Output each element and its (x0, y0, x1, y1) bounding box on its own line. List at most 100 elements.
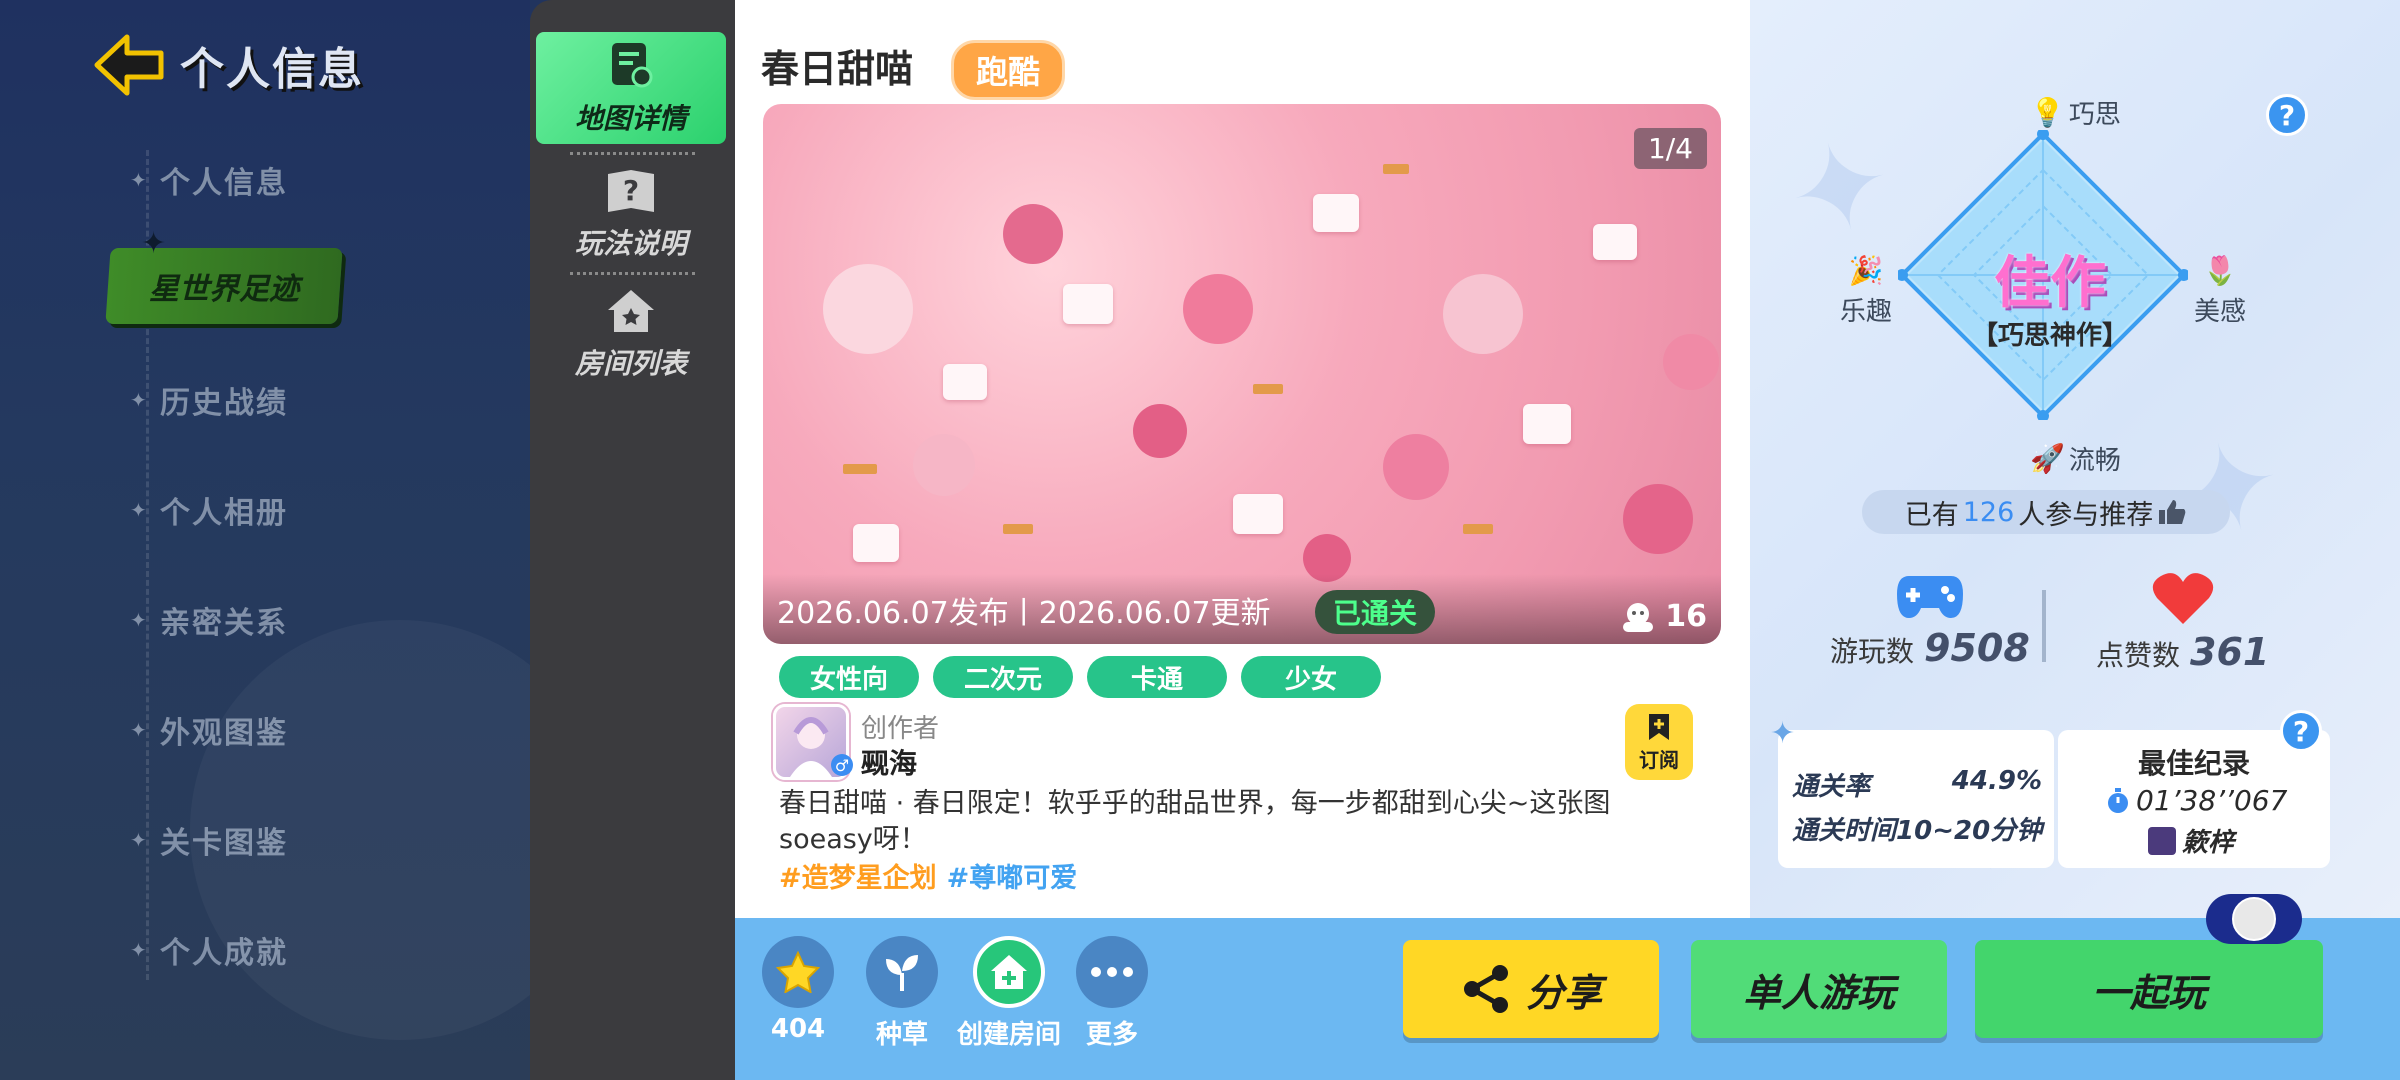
rocket-icon: 🚀 (2030, 442, 2065, 475)
rating-subtitle: 【巧思神作】 (1971, 321, 2128, 351)
rating-panel: ✦ ✦ ✦ ? 💡 巧思 🎉 乐趣 🌷 美感 🚀 流畅 佳作 【巧 (1750, 0, 2400, 918)
tab-map-details[interactable]: 地图详情 (536, 32, 726, 144)
best-record-time: 01’38’’067 (2106, 784, 2287, 817)
publish-update-dates: 2026.06.07发布丨2026.06.07更新 (777, 596, 1271, 631)
tab-label: 地图详情 (574, 102, 687, 135)
nav-item-appearance[interactable]: ✦ 外观图鉴 (130, 708, 288, 752)
star-marker-icon: ✦ (140, 226, 167, 261)
tag-chip[interactable]: 少女 (1241, 656, 1381, 698)
back-arrow-icon[interactable] (90, 30, 170, 100)
nav-item-history[interactable]: ✦ 历史战绩 (130, 378, 288, 422)
left-navigation: 个人信息 ✦ 个人信息 ✦ 星世界足迹 ✦ 历史战绩 ✦ 个人相册 ✦ 亲密关系… (0, 0, 530, 1080)
hashtag[interactable]: #造梦星企划 (779, 856, 937, 895)
axis-label-text: 流畅 (2068, 446, 2121, 476)
tab-label: 玩法说明 (574, 227, 687, 260)
nav-item-star-world-footprint[interactable]: ✦ 星世界足迹 (105, 226, 343, 324)
axis-top: 💡 巧思 (2030, 94, 2121, 131)
hashtag[interactable]: #尊嘟可爱 (947, 856, 1078, 895)
subscribe-label: 订阅 (1639, 747, 1679, 772)
plant-grass-label: 种草 (875, 1020, 928, 1050)
map-preview-image[interactable]: 1/4 2026.06.07发布丨2026.06.07更新 已通关 16 (763, 104, 1721, 644)
party-horn-icon: 🎉 (1848, 254, 1884, 287)
tag-chip[interactable]: 二次元 (933, 656, 1073, 698)
pass-time-row: 通关时间 10~20分钟 (1792, 810, 2042, 847)
rating-grade: 佳作 (1994, 251, 2106, 316)
likes-stat[interactable]: 点赞数 361 (2096, 570, 2269, 674)
favorite-action[interactable]: 404 (753, 936, 843, 1044)
nav-title: 个人信息 (180, 44, 364, 95)
axis-label-text: 美感 (2194, 297, 2247, 327)
share-label: 分享 (1525, 970, 1602, 1015)
tab-divider (570, 152, 695, 155)
creator-name[interactable]: 觋海 (861, 742, 917, 782)
axis-left: 🎉 乐趣 (1840, 254, 1892, 328)
nav-item-label: 个人信息 (160, 166, 288, 201)
plant-grass-action[interactable]: 种草 (857, 936, 947, 1051)
favorite-count: 404 (770, 1014, 826, 1044)
nav-item-label: 历史战绩 (160, 386, 288, 421)
star-bullet-icon: ✦ (130, 168, 149, 192)
rating-help-icon[interactable]: ? (2266, 94, 2308, 136)
nav-item-personal-info[interactable]: ✦ 个人信息 (130, 158, 288, 202)
nav-item-levels[interactable]: ✦ 关卡图鉴 (130, 818, 288, 862)
creator-label: 创作者 (861, 714, 940, 744)
star-bullet-icon: ✦ (130, 938, 149, 962)
star-bullet-icon: ✦ (130, 498, 149, 522)
star-bullet-icon: ✦ (130, 718, 149, 742)
solo-play-label: 单人游玩 (1742, 970, 1895, 1015)
nav-item-label: 亲密关系 (160, 606, 288, 641)
recommend-pill[interactable]: 已有 126 人参与推荐 (1862, 490, 2230, 534)
tab-gameplay-help[interactable]: ? 玩法说明 (536, 158, 726, 270)
detail-tab-column: 地图详情 ? 玩法说明 房间列表 (530, 0, 735, 1080)
record-time-value: 01’38’’067 (2136, 784, 2288, 817)
players-icon (1623, 602, 1654, 632)
tab-room-list[interactable]: 房间列表 (536, 278, 726, 390)
play-together-label: 一起玩 (2091, 970, 2206, 1015)
svg-text:?: ? (623, 174, 639, 207)
play-together-button[interactable]: 一起玩 (1975, 940, 2323, 1038)
axis-label-text: 乐趣 (1840, 297, 1893, 327)
share-icon (1463, 965, 1508, 1013)
more-action[interactable]: 更多 (1067, 936, 1157, 1051)
page-indicator: 1/4 (1633, 128, 1707, 169)
tab-label: 房间列表 (574, 347, 687, 380)
share-button[interactable]: 分享 (1403, 940, 1659, 1038)
star-icon (762, 936, 834, 1008)
axis-right: 🌷 美感 (2194, 254, 2246, 328)
solo-play-button[interactable]: 单人游玩 (1691, 940, 1947, 1038)
nav-item-label: 外观图鉴 (160, 716, 288, 751)
map-document-icon (612, 43, 653, 88)
nav-item-label: 关卡图鉴 (160, 826, 288, 861)
rating-badge: 佳作 【巧思神作】 (1950, 238, 2150, 352)
plays-stat: 游玩数 9508 (1830, 570, 2030, 670)
nav-item-achievements[interactable]: ✦ 个人成就 (130, 928, 288, 972)
likes-label: 点赞数 (2096, 639, 2181, 672)
plays-value: 9508 (1924, 626, 2030, 670)
star-bullet-icon: ✦ (130, 388, 149, 412)
tag-chip[interactable]: 卡通 (1087, 656, 1227, 698)
pass-time-value: 10~20分钟 (1896, 816, 2043, 846)
more-label: 更多 (1085, 1020, 1138, 1050)
nav-item-label: 个人相册 (160, 496, 288, 531)
star-bullet-icon: ✦ (130, 828, 149, 852)
flower-icon: 🌷 (2202, 254, 2238, 287)
axis-bottom: 🚀 流畅 (2030, 440, 2121, 477)
create-room-action[interactable]: 创建房间 (957, 936, 1062, 1051)
home-plus-icon (973, 936, 1045, 1008)
create-room-label: 创建房间 (957, 1020, 1062, 1050)
map-title: 春日甜喵 (761, 47, 914, 91)
tag-chip[interactable]: 女性向 (779, 656, 919, 698)
best-record-card: ? 最佳纪录 01’38’’067 簌梓 (2058, 710, 2330, 868)
record-holder[interactable]: 簌梓 (2148, 822, 2234, 859)
pass-rate-row: 通关率 44.9% (1792, 766, 2042, 803)
gender-male-icon: ♂ (831, 754, 853, 776)
nav-item-relations[interactable]: ✦ 亲密关系 (130, 598, 288, 642)
thumbs-up-icon (2159, 500, 2186, 524)
friend-avatar-bubble[interactable] (2206, 894, 2302, 944)
more-icon (1076, 936, 1148, 1008)
recommend-count: 126 (1962, 496, 2015, 528)
nav-item-album[interactable]: ✦ 个人相册 (130, 488, 288, 532)
book-question-icon: ? (608, 170, 654, 212)
online-count: 16 (1665, 599, 1707, 634)
subscribe-button[interactable]: 订阅 (1625, 704, 1693, 780)
